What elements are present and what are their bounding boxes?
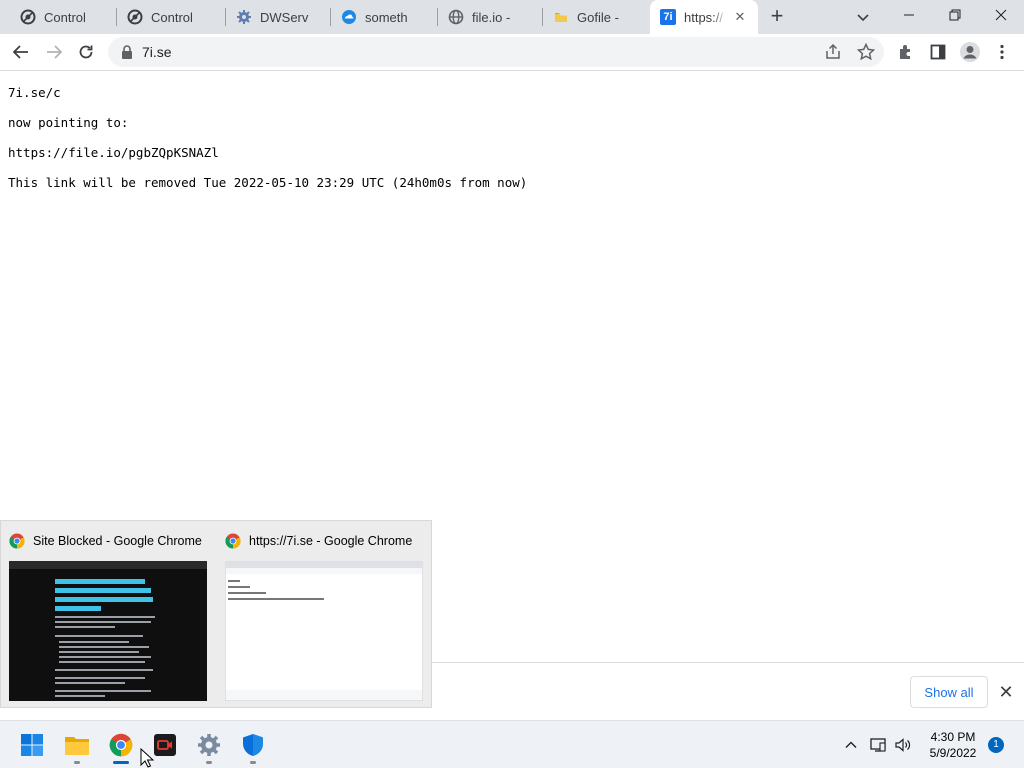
tab-gofile[interactable]: Gofile -: [543, 0, 647, 34]
tab-strip: Control Control DWServ someth file.io - …: [0, 0, 1024, 34]
page-content: 7i.se/c now pointing to: https://file.io…: [0, 72, 1024, 520]
preview-title: https://7i.se - Google Chrome: [249, 534, 413, 548]
video-recorder-icon: [154, 734, 176, 756]
gear-icon: [198, 734, 220, 756]
recorder-button[interactable]: [151, 731, 179, 759]
preview-title: Site Blocked - Google Chrome: [33, 534, 202, 548]
taskbar-window-preview: Site Blocked - Google Chrome https://7i.…: [0, 520, 432, 708]
side-panel-icon: [930, 44, 946, 60]
close-icon: [995, 9, 1007, 21]
gear-icon: [236, 9, 252, 25]
pointing-label: now pointing to:: [8, 115, 129, 130]
kebab-menu-icon: [1000, 44, 1004, 60]
side-panel-button[interactable]: [924, 38, 952, 66]
windows-start-icon: [21, 734, 43, 756]
chevron-down-icon: [857, 14, 869, 22]
clock[interactable]: 4:30 PM 5/9/2022: [922, 729, 984, 761]
tab-control-2[interactable]: Control: [117, 0, 225, 34]
running-indicator: [206, 761, 212, 764]
puzzle-icon: [900, 45, 910, 59]
desktop: Control Control DWServ someth file.io - …: [0, 0, 1024, 768]
preview-7i[interactable]: https://7i.se - Google Chrome: [217, 521, 433, 709]
shelf-close-icon[interactable]: ✕: [996, 682, 1016, 702]
close-window-button[interactable]: [978, 0, 1024, 30]
defender-button[interactable]: [239, 731, 267, 759]
mouse-cursor-icon: [140, 748, 154, 768]
avatar-icon: [960, 42, 980, 62]
tab-control-1[interactable]: Control: [10, 0, 116, 34]
show-all-button[interactable]: Show all: [910, 676, 988, 708]
browser-toolbar: 7i.se: [0, 34, 1024, 71]
network-icon: [870, 738, 886, 752]
restore-icon: [949, 9, 961, 21]
settings-button[interactable]: [195, 731, 223, 759]
tab-7i-active[interactable]: 7i https:// ✕: [650, 0, 758, 34]
running-indicator: [74, 761, 80, 764]
start-button[interactable]: [18, 731, 46, 759]
menu-button[interactable]: [988, 38, 1016, 66]
chrome-icon: [225, 533, 241, 549]
address-url[interactable]: 7i.se: [142, 44, 172, 60]
minimize-icon: [904, 14, 914, 16]
forward-arrow-icon: [47, 45, 63, 59]
tab-title: someth: [365, 9, 408, 25]
clock-time: 4:30 PM: [930, 730, 976, 744]
chrome-taskbar-button[interactable]: [107, 731, 135, 759]
chevron-up-icon: [845, 741, 857, 748]
address-bar[interactable]: 7i.se: [108, 37, 884, 67]
back-button[interactable]: [7, 38, 35, 66]
tab-title: DWServ: [260, 9, 309, 25]
tab-title: Gofile -: [577, 9, 619, 25]
lock-icon: [122, 45, 132, 59]
tab-something[interactable]: someth: [331, 0, 437, 34]
folder-icon: [65, 737, 89, 755]
back-arrow-icon: [12, 45, 28, 59]
tab-file-io[interactable]: file.io -: [438, 0, 542, 34]
chrome-icon: [109, 733, 133, 757]
notification-badge[interactable]: 1: [988, 737, 1004, 753]
cloud-icon: [341, 9, 357, 25]
reload-icon: [79, 45, 93, 59]
running-indicator: [250, 761, 256, 764]
profile-button[interactable]: [956, 38, 984, 66]
tab-title: file.io -: [472, 9, 511, 25]
tab-dwservice[interactable]: DWServ: [226, 0, 330, 34]
7i-icon: 7i: [660, 9, 676, 25]
speaker-icon: [895, 738, 911, 752]
tab-close-icon[interactable]: ✕: [732, 9, 748, 25]
restore-button[interactable]: [932, 0, 978, 30]
show-hidden-icons-button[interactable]: [841, 735, 861, 755]
folder-icon: [553, 9, 569, 25]
volume-button[interactable]: [893, 735, 913, 755]
minimize-button[interactable]: [886, 0, 932, 30]
tab-title: Control: [151, 9, 193, 25]
network-button[interactable]: [868, 735, 888, 755]
bookmark-star-icon[interactable]: [856, 42, 876, 62]
extensions-button[interactable]: [892, 38, 920, 66]
tab-title: Control: [44, 9, 86, 25]
tab-title: https://: [684, 9, 724, 25]
control-icon: [127, 9, 143, 25]
reload-button[interactable]: [72, 38, 100, 66]
tab-search-button[interactable]: [852, 6, 874, 28]
active-indicator: [113, 761, 129, 764]
site-blocked-thumbnail: [9, 561, 207, 701]
preview-site-blocked[interactable]: Site Blocked - Google Chrome: [1, 521, 217, 709]
share-icon[interactable]: [824, 43, 842, 61]
shield-icon: [243, 734, 263, 756]
new-tab-button[interactable]: +: [764, 5, 790, 29]
clock-date: 5/9/2022: [929, 746, 977, 760]
chrome-icon: [9, 533, 25, 549]
7i-thumbnail: [225, 561, 423, 701]
forward-button[interactable]: [40, 38, 68, 66]
target-url-text[interactable]: https://file.io/pgbZQpKSNAZl: [8, 145, 219, 160]
preview-title-row: Site Blocked - Google Chrome: [9, 533, 202, 549]
globe-icon: [448, 9, 464, 25]
file-explorer-button[interactable]: [63, 731, 91, 759]
control-icon: [20, 9, 36, 25]
short-link-text: 7i.se/c: [8, 85, 61, 100]
preview-title-row: https://7i.se - Google Chrome: [225, 533, 412, 549]
expiry-notice: This link will be removed Tue 2022-05-10…: [8, 175, 528, 190]
